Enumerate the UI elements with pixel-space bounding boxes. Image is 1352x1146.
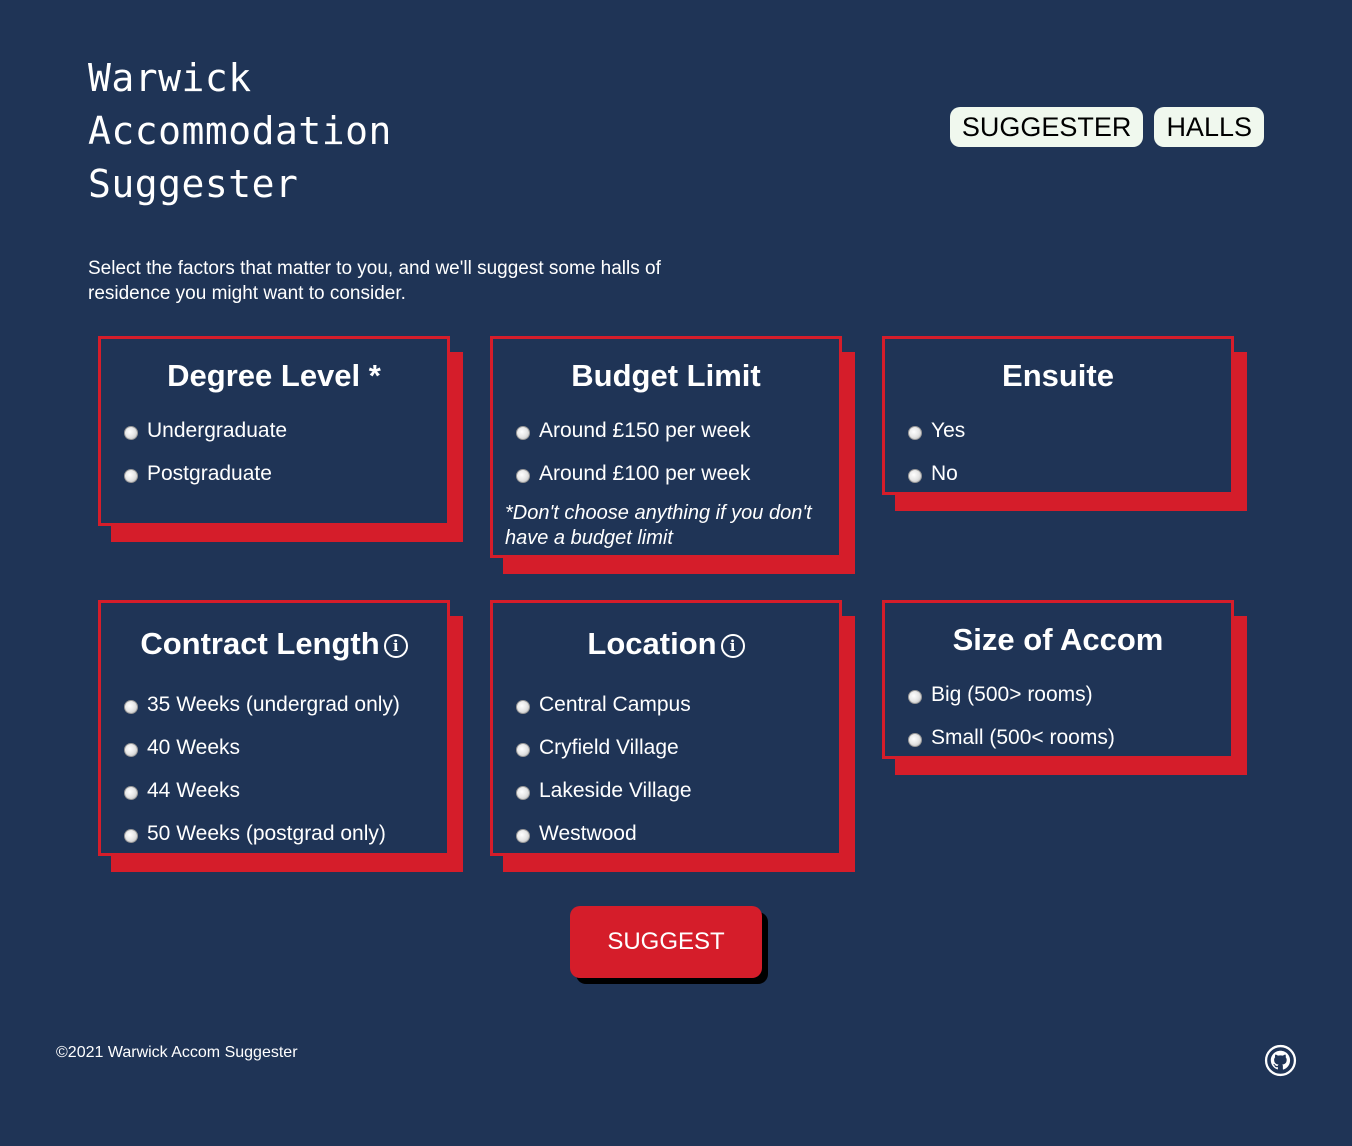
option-35-weeks[interactable]: 35 Weeks (undergrad only) <box>121 683 427 726</box>
nav-halls-button[interactable]: HALLS <box>1154 107 1264 147</box>
site-title: Warwick Accommodation Suggester <box>88 56 392 206</box>
option-undergraduate[interactable]: Undergraduate <box>121 409 427 452</box>
radio-button[interactable] <box>124 742 138 757</box>
option-50-weeks[interactable]: 50 Weeks (postgrad only) <box>121 812 427 855</box>
card-title: Ensuite <box>1002 358 1114 393</box>
top-nav: SUGGESTER HALLS <box>949 107 1264 147</box>
contract-length-card: Contract Length i 35 Weeks (undergrad onl… <box>98 600 463 872</box>
option-label: Central Campus <box>539 692 691 716</box>
option-label: No <box>931 461 958 485</box>
card-title: Degree Level * <box>167 358 381 393</box>
suggest-area: SUGGEST <box>570 906 768 984</box>
option-westwood[interactable]: Westwood <box>513 812 819 855</box>
card-title: Budget Limit <box>571 358 761 393</box>
option-label: 44 Weeks <box>147 778 240 802</box>
degree-level-card: Degree Level * Undergraduate Postgraduat… <box>98 336 463 542</box>
intro-text: Select the factors that matter to you, a… <box>88 258 661 304</box>
option-size-small[interactable]: Small (500< rooms) <box>905 716 1211 759</box>
radio-button[interactable] <box>908 732 922 747</box>
radio-button[interactable] <box>516 828 530 843</box>
option-44-weeks[interactable]: 44 Weeks <box>121 769 427 812</box>
radio-button[interactable] <box>908 689 922 704</box>
card-title: Size of Accom <box>952 622 1164 657</box>
option-label: Postgraduate <box>147 461 272 485</box>
footer-copyright: ©2021 Warwick Accom Suggester <box>56 1044 298 1061</box>
option-label: Westwood <box>539 821 637 845</box>
option-ensuite-yes[interactable]: Yes <box>905 409 1211 452</box>
radio-button[interactable] <box>516 742 530 757</box>
github-icon[interactable] <box>1264 1044 1297 1077</box>
option-label: Cryfield Village <box>539 735 679 759</box>
radio-button[interactable] <box>908 425 922 440</box>
radio-button[interactable] <box>124 425 138 440</box>
budget-limit-card: Budget Limit Around £150 per week Around… <box>490 336 855 574</box>
radio-button[interactable] <box>124 468 138 483</box>
option-label: Big (500> rooms) <box>931 682 1093 706</box>
option-postgraduate[interactable]: Postgraduate <box>121 452 427 495</box>
info-icon[interactable]: i <box>383 634 408 658</box>
size-of-accom-card: Size of Accom Big (500> rooms) Small (50… <box>882 600 1247 775</box>
radio-button[interactable] <box>124 785 138 800</box>
option-ensuite-no[interactable]: No <box>905 452 1211 495</box>
option-label: Yes <box>931 418 966 442</box>
option-lakeside-village[interactable]: Lakeside Village <box>513 769 819 812</box>
location-card: Location i Central Campus Cryfield Villag… <box>490 600 855 872</box>
radio-button[interactable] <box>516 699 530 714</box>
radio-button[interactable] <box>124 828 138 843</box>
option-label: Around £100 per week <box>539 461 751 485</box>
radio-button[interactable] <box>516 425 530 440</box>
option-cryfield-village[interactable]: Cryfield Village <box>513 726 819 769</box>
ensuite-card: Ensuite Yes No <box>882 336 1247 511</box>
option-label: Around £150 per week <box>539 418 751 442</box>
option-40-weeks[interactable]: 40 Weeks <box>121 726 427 769</box>
card-title: Contract Length i <box>121 625 427 663</box>
option-budget-100[interactable]: Around £100 per week <box>513 452 819 495</box>
option-label: 40 Weeks <box>147 735 240 759</box>
radio-button[interactable] <box>124 699 138 714</box>
option-label: Undergraduate <box>147 418 288 442</box>
option-central-campus[interactable]: Central Campus <box>513 683 819 726</box>
suggest-button[interactable]: SUGGEST <box>570 906 762 978</box>
option-label: Small (500< rooms) <box>931 725 1115 749</box>
option-label: Lakeside Village <box>539 778 692 802</box>
info-icon[interactable]: i <box>720 634 745 658</box>
radio-button[interactable] <box>516 785 530 800</box>
option-budget-150[interactable]: Around £150 per week <box>513 409 819 452</box>
option-label: 35 Weeks (undergrad only) <box>147 692 400 716</box>
option-size-big[interactable]: Big (500> rooms) <box>905 673 1211 716</box>
option-label: 50 Weeks (postgrad only) <box>147 821 386 845</box>
radio-button[interactable] <box>516 468 530 483</box>
radio-button[interactable] <box>908 468 922 483</box>
budget-note: *Don't choose anything if you don't have… <box>505 502 812 549</box>
nav-suggester-button[interactable]: SUGGESTER <box>949 107 1144 147</box>
card-title: Location i <box>513 625 819 663</box>
